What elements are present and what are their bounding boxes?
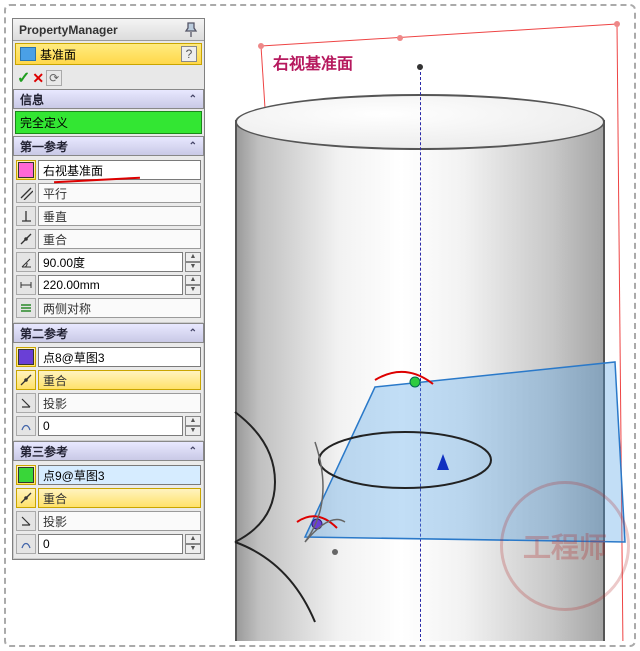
distance-input[interactable]: 220.00mm [38,275,183,295]
coincident-button[interactable]: 重合 [38,370,201,390]
coincident-icon[interactable] [16,229,36,249]
cancel-button[interactable]: ✕ [32,70,44,87]
value-icon[interactable] [16,416,36,436]
ref2-spinner[interactable]: ▲▼ [185,416,201,436]
select-entity-icon[interactable] [16,347,36,367]
project-icon[interactable] [16,511,36,531]
ref3-body: 点9@草图3 重合 投影 0 ▲▼ [13,461,204,559]
preview-button[interactable]: ⟳ [46,70,62,86]
help-button[interactable]: ? [181,46,197,62]
chevron-icon: ⌃ [189,141,197,152]
watermark: 工程师 [500,481,630,611]
ref1-header[interactable]: 第一参考 ⌃ [13,136,204,156]
distance-icon[interactable] [16,275,36,295]
coincident-icon[interactable] [16,370,36,390]
angle-icon[interactable] [16,252,36,272]
parallel-button[interactable]: 平行 [38,183,201,203]
ref3-swatch [18,467,34,483]
perpendicular-button[interactable]: 垂直 [38,206,201,226]
ref1-body: 右视基准面 平行 垂直 重合 90.00度 ▲▼ 220.00mm ▲▼ [13,156,204,323]
value-icon[interactable] [16,534,36,554]
ref2-header[interactable]: 第二参考 ⌃ [13,323,204,343]
chevron-icon: ⌃ [189,446,197,457]
ref2-header-label: 第二参考 [20,325,68,342]
confirm-row: ✓ ✕ ⟳ [13,67,204,89]
ref1-entity-input[interactable]: 右视基准面 [38,160,201,180]
ref2-body: 点8@草图3 重合 投影 0 ▲▼ [13,343,204,441]
perpendicular-icon[interactable] [16,206,36,226]
project-button[interactable]: 投影 [38,511,201,531]
ref1-header-label: 第一参考 [20,138,68,155]
ref3-spinner[interactable]: ▲▼ [185,534,201,554]
ref3-value-input[interactable]: 0 [38,534,183,554]
ref1-swatch [18,162,34,178]
ref3-entity-input[interactable]: 点9@草图3 [38,465,201,485]
coincident-button[interactable]: 重合 [38,488,201,508]
property-manager-title-text: PropertyManager [19,23,118,37]
distance-spinner[interactable]: ▲▼ [185,275,201,295]
project-button[interactable]: 投影 [38,393,201,413]
midplane-icon[interactable] [16,298,36,318]
angle-spinner[interactable]: ▲▼ [185,252,201,272]
select-entity-icon[interactable] [16,465,36,485]
feature-name: 基准面 [40,46,76,63]
property-manager-title: PropertyManager [13,19,204,41]
coincident-icon[interactable] [16,488,36,508]
ref2-entity-input[interactable]: 点8@草图3 [38,347,201,367]
feature-header: 基准面 ? [15,43,202,65]
status-fully-defined: 完全定义 [15,111,202,134]
pin-icon[interactable] [184,22,198,38]
coincident-button[interactable]: 重合 [38,229,201,249]
info-header-label: 信息 [20,91,44,108]
angle-input[interactable]: 90.00度 [38,252,183,272]
ref3-header[interactable]: 第三参考 ⌃ [13,441,204,461]
select-entity-icon[interactable] [16,160,36,180]
property-manager-panel: PropertyManager 基准面 ? ✓ ✕ ⟳ 信息 ⌃ 完全定义 第一… [12,18,205,560]
ref2-swatch [18,349,34,365]
chevron-icon: ⌃ [189,94,197,105]
ref2-value-input[interactable]: 0 [38,416,183,436]
project-icon[interactable] [16,393,36,413]
parallel-icon[interactable] [16,183,36,203]
chevron-icon: ⌃ [189,328,197,339]
ref3-header-label: 第三参考 [20,443,68,460]
plane-icon [20,47,36,61]
info-header[interactable]: 信息 ⌃ [13,89,204,109]
ok-button[interactable]: ✓ [17,68,30,88]
midplane-button[interactable]: 两侧对称 [38,298,201,318]
